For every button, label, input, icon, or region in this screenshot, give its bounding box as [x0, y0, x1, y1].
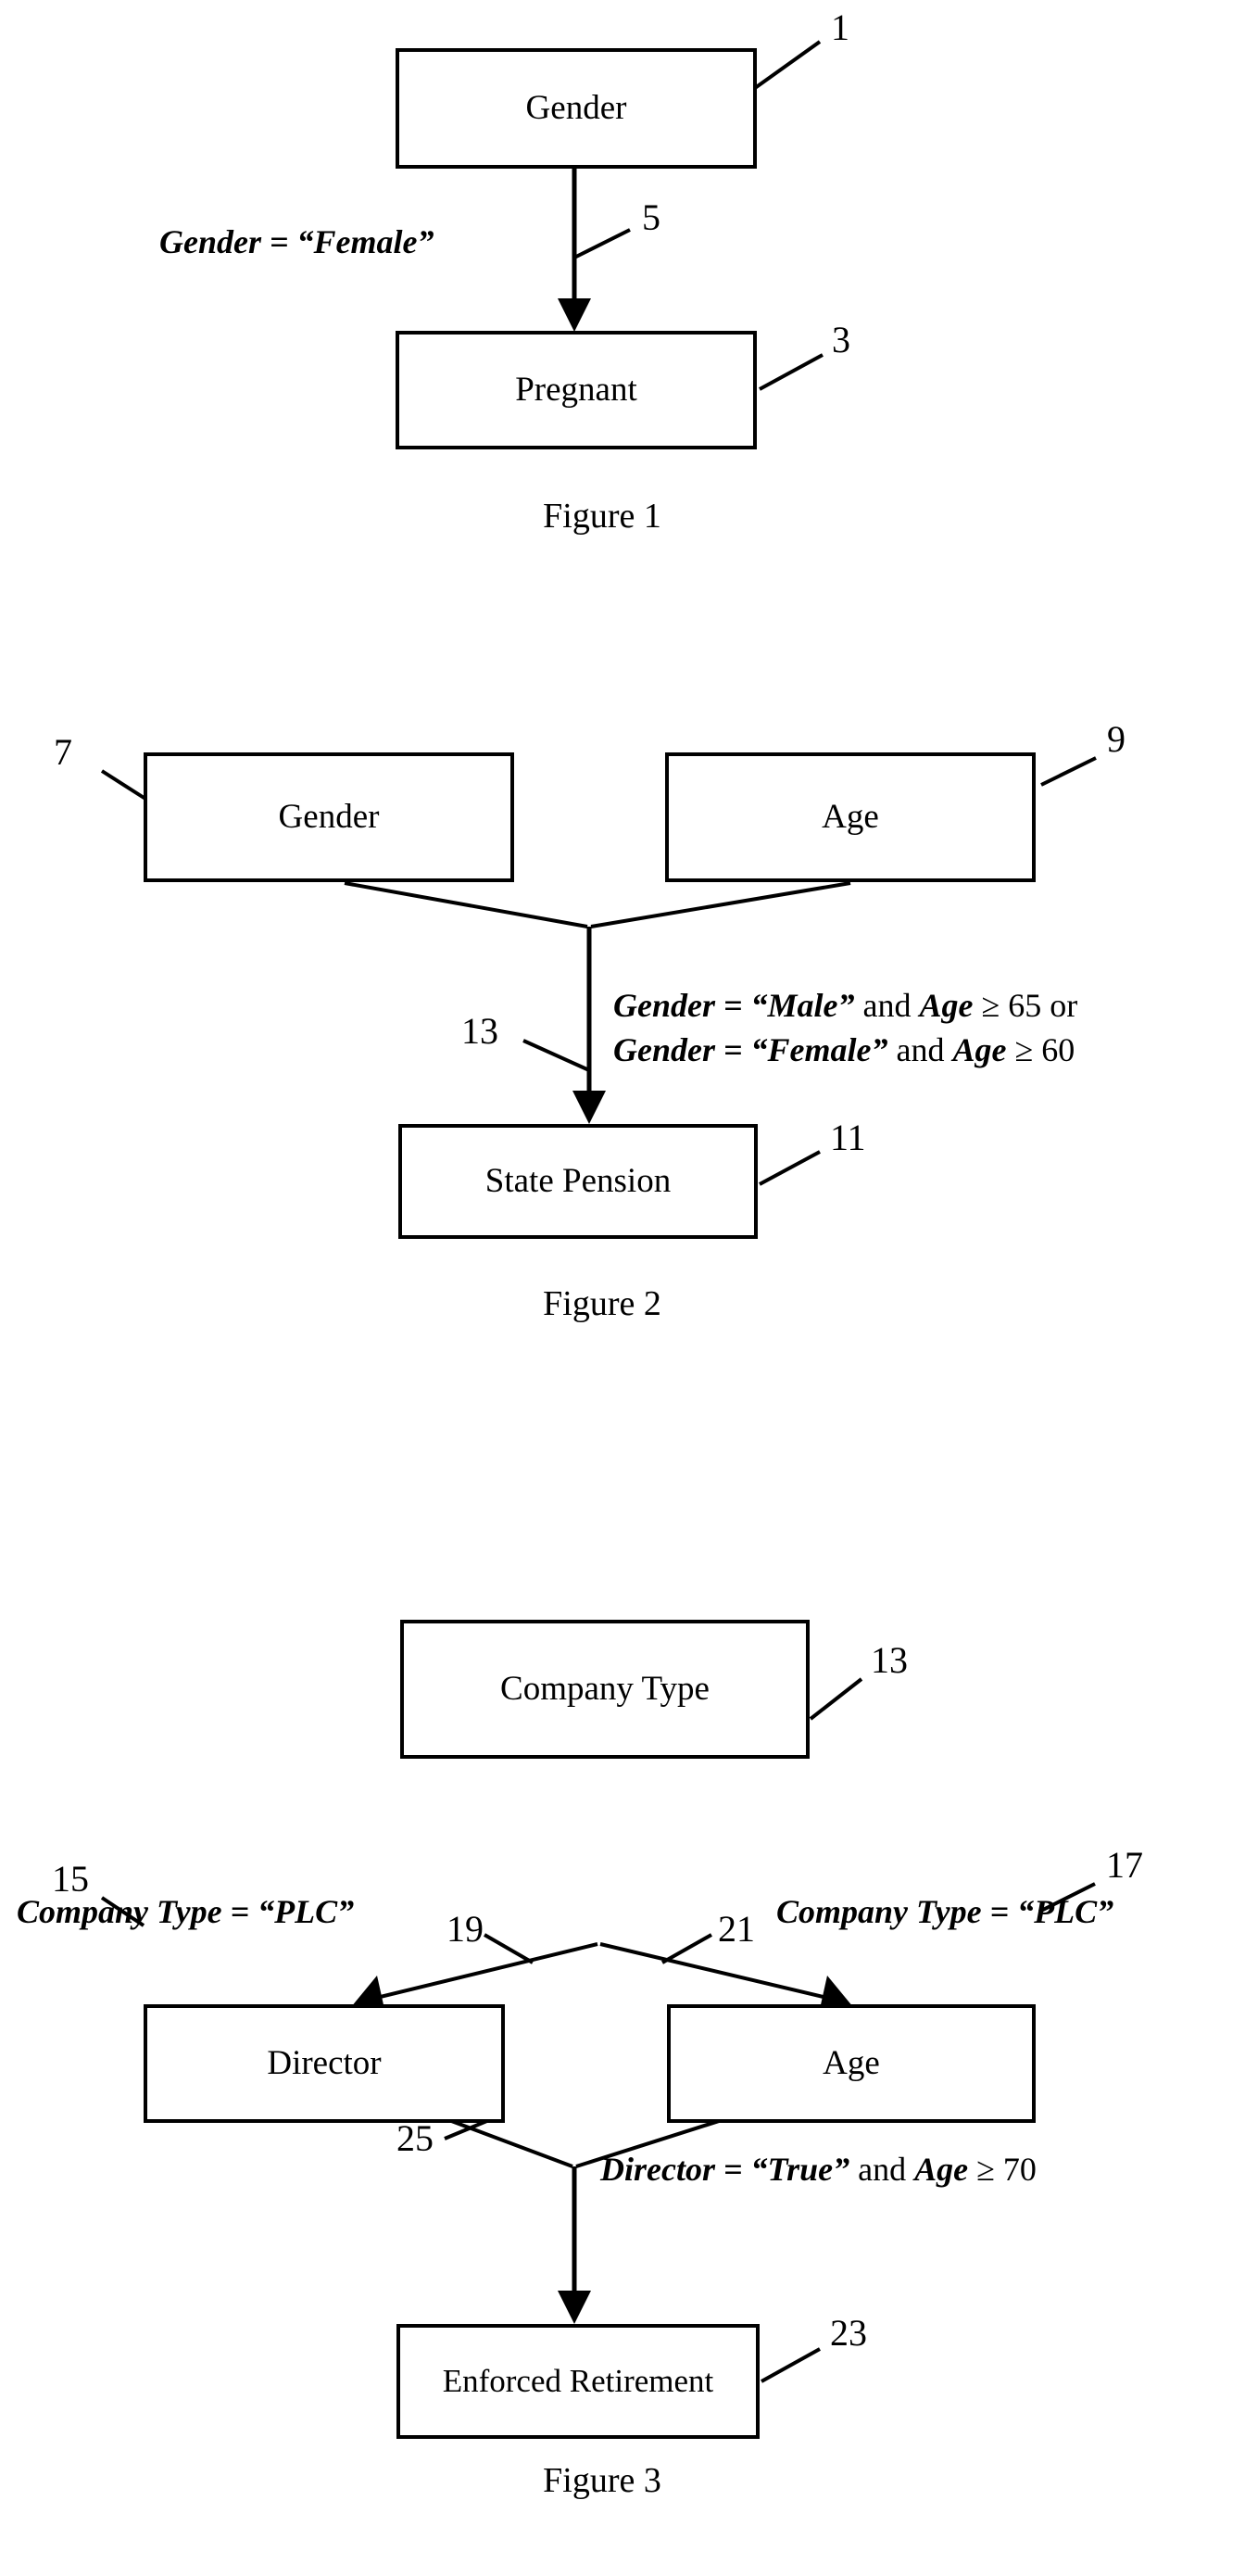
node-label: Age: [822, 797, 879, 836]
condition-segment: Age: [952, 1030, 1007, 1068]
condition-segment: ≥ 60: [1014, 1030, 1075, 1068]
node-label: Gender: [278, 797, 380, 836]
condition-text: Gender = “Female”: [159, 223, 434, 260]
leader-line-3: [759, 353, 824, 391]
node-state-pension-fig2[interactable]: State Pension: [398, 1124, 758, 1239]
condition-segment: Age: [914, 2151, 969, 2188]
refnum-19: 19: [446, 1908, 484, 1950]
refnum-15: 15: [52, 1858, 89, 1900]
arrowhead-gender-pregnant: [558, 298, 591, 332]
condition-line-1: Gender = “Male” and Age ≥ 65 or: [613, 984, 1077, 1029]
condition-line-2: Gender = “Female” and Age ≥ 60: [613, 1029, 1077, 1073]
leader-line-21: [661, 1933, 712, 1964]
node-label: State Pension: [484, 1161, 672, 1200]
condition-segment: and: [862, 987, 912, 1024]
node-label: Gender: [525, 88, 627, 127]
condition-segment: Gender = “Female”: [613, 1030, 888, 1068]
node-enforced-retirement-fig3[interactable]: Enforced Retirement: [396, 2324, 760, 2439]
arrowhead-junction-pension: [572, 1091, 606, 1124]
condition-segment: ≥ 70: [976, 2151, 1037, 2188]
node-pregnant-fig1[interactable]: Pregnant: [396, 331, 757, 449]
edge-company-director: [360, 1942, 598, 2003]
leader-line-1: [753, 40, 822, 90]
edge-company-age: [599, 1942, 844, 2003]
refnum-3: 3: [832, 319, 850, 360]
leader-line-13-fig2: [522, 1039, 590, 1072]
condition-fig2-edge13: Gender = “Male” and Age ≥ 65 or Gender =…: [613, 984, 1077, 1072]
refnum-1: 1: [831, 6, 849, 48]
node-label: Enforced Retirement: [442, 2362, 714, 2399]
edge-gender-junction: [344, 881, 588, 928]
leader-line-13-fig3: [809, 1677, 863, 1721]
patent-drawing-sheet: Gender 1 Gender = “Female” 5 Pregnant 3 …: [0, 0, 1245, 2576]
node-label: Age: [823, 2043, 880, 2082]
condition-segment: Age: [919, 987, 974, 1024]
condition-segment: and: [858, 2151, 907, 2188]
condition-text: Company Type = “PLC”: [776, 1893, 1114, 1930]
refnum-11: 11: [830, 1117, 866, 1158]
refnum-17: 17: [1106, 1844, 1143, 1886]
node-label: Director: [267, 2043, 382, 2082]
node-label: Company Type: [500, 1669, 710, 1708]
node-label: Pregnant: [515, 370, 637, 409]
refnum-25: 25: [396, 2117, 434, 2159]
figure-caption-1: Figure 1: [543, 497, 661, 536]
refnum-13-fig2: 13: [461, 1010, 498, 1052]
leader-line-23: [761, 2347, 821, 2383]
node-gender-fig1[interactable]: Gender: [396, 48, 757, 169]
condition-segment: Gender = “Male”: [613, 987, 855, 1024]
arrowhead-join-retirement: [558, 2291, 591, 2324]
node-company-type-fig3[interactable]: Company Type: [400, 1620, 810, 1759]
node-director-fig3[interactable]: Director: [144, 2004, 505, 2123]
edge-age-junction: [590, 881, 851, 928]
node-age-fig3[interactable]: Age: [667, 2004, 1036, 2123]
leader-line-19: [484, 1933, 534, 1964]
condition-fig3-edge25: Director = “True” and Age ≥ 70: [600, 2148, 1037, 2192]
condition-segment: ≥ 65 or: [981, 987, 1078, 1024]
leader-line-11: [759, 1150, 821, 1186]
refnum-9: 9: [1107, 718, 1126, 760]
figure-caption-2: Figure 2: [543, 1284, 661, 1323]
condition-segment: and: [896, 1030, 945, 1068]
condition-fig1-edge5: Gender = “Female”: [159, 221, 434, 265]
refnum-7: 7: [54, 731, 72, 773]
figure-caption-3: Figure 3: [543, 2461, 661, 2500]
node-age-fig2[interactable]: Age: [665, 752, 1036, 882]
condition-fig3-edge21: Company Type = “PLC”: [776, 1890, 1113, 1935]
leader-line-9: [1040, 756, 1097, 787]
refnum-21: 21: [718, 1908, 755, 1950]
leader-line-7: [100, 769, 147, 801]
condition-segment: Director = “True”: [600, 2151, 850, 2188]
node-gender-fig2[interactable]: Gender: [144, 752, 514, 882]
leader-line-5: [573, 228, 631, 259]
refnum-5: 5: [642, 196, 660, 238]
refnum-13-fig3: 13: [871, 1639, 908, 1681]
refnum-23: 23: [830, 2312, 867, 2354]
